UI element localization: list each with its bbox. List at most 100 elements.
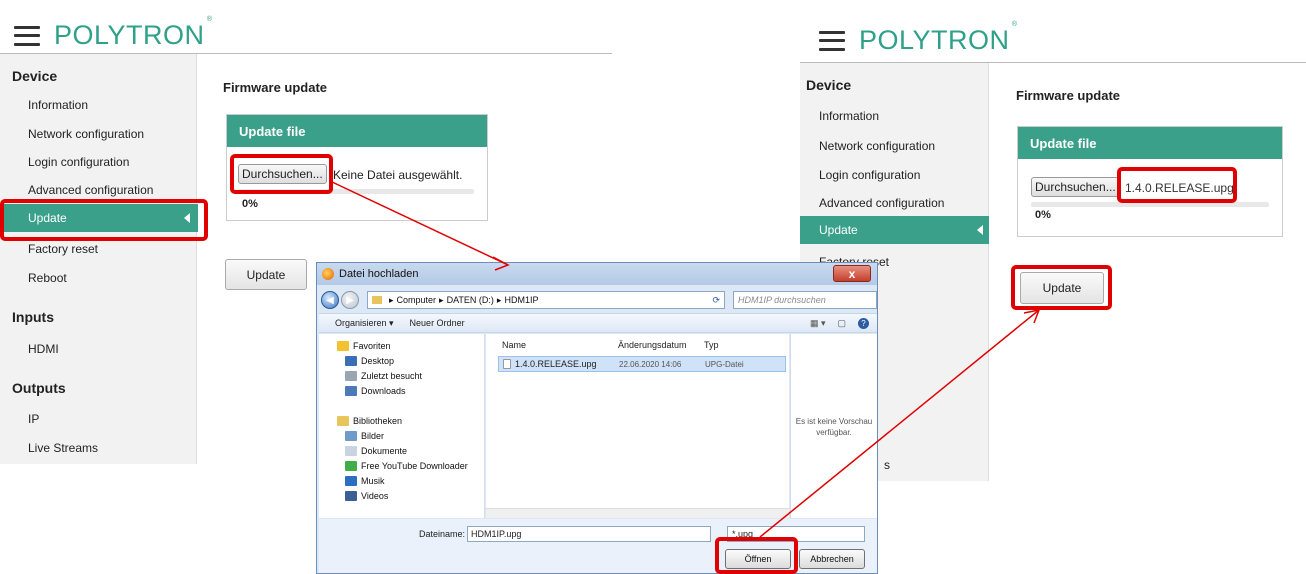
column-date[interactable]: Änderungsdatum [618, 340, 687, 350]
tree-desktop[interactable]: Desktop [345, 356, 394, 366]
sidebar-item-hdmi[interactable]: HDMI [28, 342, 59, 356]
dialog-toolbar: Organisieren ▾ Neuer Ordner ▦ ▾ ▢ ? [319, 313, 877, 333]
sidebar-item-update-label: Update [819, 223, 858, 237]
menu-icon[interactable] [14, 25, 40, 46]
close-button[interactable]: x [833, 265, 871, 282]
highlight-file-name [1117, 167, 1237, 203]
active-arrow-icon [977, 225, 983, 235]
sidebar-item-ip[interactable]: IP [28, 412, 39, 426]
preview-pane: Es ist keine Vorschau verfügbar. [790, 334, 877, 518]
music-icon [345, 476, 357, 486]
tree-favorites[interactable]: Favoriten [337, 341, 391, 351]
tree-libraries[interactable]: Bibliotheken [337, 416, 402, 426]
recent-icon [345, 371, 357, 381]
progress-text: 0% [242, 198, 258, 210]
right-header: POLYTRON ® [819, 21, 1018, 56]
organize-menu[interactable]: Organisieren ▾ [335, 318, 394, 329]
tree-youtube-downloader[interactable]: Free YouTube Downloader [345, 461, 468, 471]
section-outputs: Outputs [12, 380, 66, 396]
downloads-icon [345, 386, 357, 396]
page-title: Firmware update [1016, 88, 1121, 103]
breadcrumb[interactable]: ▸ Computer ▸ DATEN (D:) ▸ HDM1IP ⟳ [367, 291, 725, 309]
sidebar-item-update[interactable]: Update [800, 216, 989, 244]
file-status: Keine Datei ausgewählt. [333, 168, 463, 182]
sidebar-item-network-configuration[interactable]: Network configuration [28, 127, 144, 141]
left-header: POLYTRON ® [14, 16, 213, 51]
firefox-icon [322, 268, 334, 280]
cancel-button[interactable]: Abbrechen [799, 549, 865, 569]
column-name[interactable]: Name [502, 340, 526, 350]
breadcrumb-computer[interactable]: Computer [397, 295, 437, 305]
file-row[interactable]: 1.4.0.RELEASE.upg 22.06.2020 14:06 UPG-D… [498, 356, 786, 372]
section-inputs: Inputs [12, 309, 54, 325]
documents-icon [345, 446, 357, 456]
dialog-title: Datei hochladen [339, 268, 419, 280]
menu-icon[interactable] [819, 30, 845, 51]
sidebar-item-information[interactable]: Information [28, 98, 88, 112]
file-type: UPG-Datei [705, 359, 744, 369]
filename-input[interactable]: HDM1IP.upg [467, 526, 711, 542]
tree-downloads[interactable]: Downloads [345, 386, 406, 396]
desktop-icon [345, 356, 357, 366]
view-options-icon[interactable]: ▦ ▾ [810, 318, 826, 329]
breadcrumb-folder[interactable]: HDM1IP [504, 295, 538, 305]
sidebar-item-network-configuration[interactable]: Network configuration [819, 139, 935, 153]
sidebar-item-live-streams[interactable]: Live Streams [28, 441, 98, 455]
tree-pictures[interactable]: Bilder [345, 431, 384, 441]
update-button[interactable]: Update [225, 259, 307, 290]
file-name: 1.4.0.RELEASE.upg [515, 359, 597, 369]
card-header: Update file [1018, 127, 1282, 159]
highlight-update-button [1011, 265, 1112, 310]
file-list: Name Änderungsdatum Typ 1.4.0.RELEASE.up… [486, 334, 789, 518]
navigation-tree: Favoriten Desktop Zuletzt besucht Downlo… [319, 334, 485, 518]
arrowhead-update [1023, 308, 1041, 324]
file-date: 22.06.2020 14:06 [619, 359, 682, 369]
help-icon[interactable]: ? [858, 317, 869, 329]
horizontal-scrollbar[interactable] [486, 508, 789, 518]
forward-icon[interactable]: ▶ [341, 291, 359, 309]
videos-icon [345, 491, 357, 501]
polytron-logo: POLYTRON ® [54, 16, 213, 50]
progress-text: 0% [1035, 209, 1051, 221]
tree-videos[interactable]: Videos [345, 491, 388, 501]
sidebar-item-reboot[interactable]: Reboot [28, 271, 67, 285]
back-icon[interactable]: ◀ [321, 291, 339, 309]
search-input[interactable]: HDM1IP durchsuchen [733, 291, 877, 309]
refresh-icon[interactable]: ⟳ [712, 295, 720, 306]
browse-button[interactable]: Durchsuchen... [1031, 177, 1120, 197]
sidebar-item-login-configuration[interactable]: Login configuration [819, 168, 920, 182]
sidebar-item-login-configuration[interactable]: Login configuration [28, 155, 129, 169]
sidebar-partial-text: s [884, 458, 890, 472]
library-icon [337, 416, 349, 426]
section-device: Device [806, 77, 852, 93]
address-bar: ◀ ▶ ▸ Computer ▸ DATEN (D:) ▸ HDM1IP ⟳ H… [319, 287, 877, 313]
new-folder-button[interactable]: Neuer Ordner [410, 318, 465, 328]
highlight-open-button [715, 537, 798, 574]
pictures-icon [345, 431, 357, 441]
sidebar-item-factory-reset[interactable]: Factory reset [28, 242, 98, 256]
page-title: Firmware update [223, 80, 328, 95]
preview-pane-icon[interactable]: ▢ [837, 318, 846, 329]
column-type[interactable]: Typ [704, 340, 719, 350]
preview-text: Es ist keine Vorschau verfügbar. [795, 417, 873, 437]
highlight-update-nav [0, 199, 208, 241]
filename-label: Dateiname: [419, 529, 466, 539]
highlight-browse [230, 154, 333, 194]
folder-icon [372, 296, 382, 304]
file-icon [503, 359, 511, 369]
sidebar-item-information[interactable]: Information [819, 109, 879, 123]
star-icon [337, 341, 349, 351]
tree-documents[interactable]: Dokumente [345, 446, 407, 456]
section-device: Device [12, 68, 58, 84]
breadcrumb-drive[interactable]: DATEN (D:) [447, 295, 494, 305]
tree-recent[interactable]: Zuletzt besucht [345, 371, 422, 381]
polytron-logo: POLYTRON ® [859, 21, 1018, 55]
left-sidebar: Device Information Network configuration… [0, 54, 198, 464]
downloader-icon [345, 461, 357, 471]
card-header: Update file [227, 115, 487, 147]
sidebar-item-advanced-configuration[interactable]: Advanced configuration [28, 183, 153, 197]
tree-music[interactable]: Musik [345, 476, 385, 486]
file-upload-dialog: Datei hochladen x ◀ ▶ ▸ Computer ▸ DATEN… [316, 262, 878, 574]
sidebar-item-advanced-configuration[interactable]: Advanced configuration [819, 196, 944, 210]
dialog-titlebar[interactable]: Datei hochladen x [317, 263, 877, 285]
